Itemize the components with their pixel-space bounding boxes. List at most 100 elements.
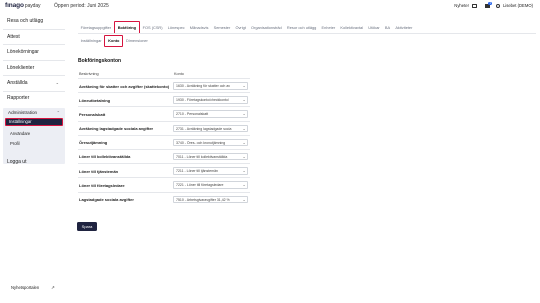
account-select[interactable]: 3740 - Öres- och kronutjämning ⌄ [173, 138, 248, 147]
chevron-down-icon: ⌄ [242, 154, 246, 159]
tab-travel[interactable]: Resor och utlägg [284, 25, 319, 30]
row-label: Lagstadgade sociala avgifter [79, 197, 134, 202]
col-account: Konto [174, 72, 184, 76]
logo-sub-text: payday [24, 3, 41, 9]
account-select[interactable]: 1630 - Avräkning för skatter och av ⌄ [173, 82, 248, 90]
user-icon[interactable] [495, 3, 500, 8]
select-value: 2710 - Personalskatt [176, 112, 209, 117]
tab-other[interactable]: Övrigt [233, 25, 249, 30]
external-link-icon[interactable]: ↗ [51, 285, 55, 291]
subtab-account[interactable]: Konto [104, 34, 124, 47]
mail-badge: 1 [488, 1, 493, 6]
chevron-up-icon[interactable]: ⌃ [57, 110, 60, 115]
chevron-down-icon: ⌄ [242, 112, 246, 117]
table-row: Öresutjämning 3740 - Öres- och kronutjäm… [78, 136, 250, 150]
logo-text: fınago [5, 2, 24, 9]
chevron-down-icon: ⌄ [242, 169, 246, 174]
divider [3, 91, 65, 92]
settings-tabs: Företagsuppgifter Bokföring FOS (CSR) Lö… [78, 20, 415, 34]
tab-payslip[interactable]: Lönespec [165, 25, 187, 30]
sidebar-item-clients[interactable]: Löneklienter [7, 65, 34, 71]
table-row: Personalskatt 2710 - Personalskatt ⌄ [78, 107, 250, 122]
tab-agreements[interactable]: Kollektivavtal [338, 25, 366, 30]
tab-monthly[interactable]: Månadsvis [187, 25, 211, 30]
table-row: Lagstadgade sociala avgifter 7510 - Arbe… [78, 193, 250, 207]
tab-fos[interactable]: FOS (CSR) [140, 25, 165, 30]
news-link[interactable]: Nyheter [454, 3, 469, 8]
row-label: Löner till företagsledare [79, 182, 125, 188]
account-select[interactable]: 7011 - Löner till kollektivanställda ⌄ [173, 152, 248, 161]
select-value: 1930 - Företagskonto/checkkonto/ [176, 98, 229, 103]
user-menu[interactable]: Lisebet (DEMO) [503, 3, 533, 8]
tab-org-tree[interactable]: Organisationsträd [248, 25, 284, 30]
subtab-dimensions[interactable]: Dimensioner [123, 38, 150, 43]
sidebar-group-administration: Administration ⌃ Inställningar Användare… [3, 108, 65, 164]
tab-vacation[interactable]: Semester [211, 25, 233, 30]
account-select[interactable]: 7211 - Löner till tjänstemän ⌄ [173, 167, 248, 175]
tab-company[interactable]: Företagsuppgifter [78, 25, 114, 30]
chevron-down-icon[interactable]: ⌄ [56, 80, 59, 85]
chevron-down-icon: ⌄ [242, 84, 246, 88]
save-button[interactable]: Spara [77, 222, 97, 231]
row-label: Löner till tjänstemän [79, 168, 119, 174]
subtab-settings[interactable]: Inställningar [78, 38, 104, 43]
select-value: 7011 - Löner till kollektivanställda [176, 154, 228, 159]
tab-ba[interactable]: BA [382, 25, 392, 30]
row-label: Löneutbetalning [79, 97, 111, 103]
chevron-down-icon: ⌄ [242, 126, 246, 131]
select-value: 1630 - Avräkning för skatter och av [176, 84, 231, 88]
main-content: Företagsuppgifter Bokföring FOS (CSR) Lö… [68, 13, 540, 303]
chevron-down-icon: ⌄ [242, 140, 246, 145]
sidebar-item-administration[interactable]: Administration [8, 110, 37, 115]
news-portal-link[interactable]: Nyhetsportalen [11, 285, 39, 290]
sidebar-item-users[interactable]: Användare [10, 131, 30, 136]
divider [3, 29, 65, 30]
divider [3, 60, 65, 61]
col-description: Beskrivning [79, 72, 99, 76]
sidebar-item-settings[interactable]: Inställningar [5, 118, 63, 126]
account-select[interactable]: 7510 - Arbetsgivaravgifter 31,42 % ⌄ [173, 195, 248, 203]
open-period: Öppen period: Juni 2025 [54, 3, 109, 9]
table-row: Avräkning lagstadgade sociala avgifter 2… [78, 122, 250, 136]
account-select[interactable]: 2710 - Personalskatt ⌄ [173, 110, 248, 118]
sidebar-item-payruns[interactable]: Lönekörningar [7, 49, 39, 55]
sidebar-item-travel[interactable]: Resa och utlägg [7, 18, 43, 24]
account-select[interactable]: 1930 - Företagskonto/checkkonto/ ⌄ [173, 96, 248, 104]
news-icon[interactable] [471, 3, 477, 8]
app-logo[interactable]: fınagopayday [5, 2, 41, 9]
account-select[interactable]: 2731 - Avräkning lagstadgade socia ⌄ [173, 124, 248, 133]
accounts-table: Beskrivning Konto Avräkning för skatter … [78, 69, 250, 207]
tab-extensions[interactable]: Utökar [366, 25, 383, 30]
chevron-down-icon: ⌄ [242, 183, 246, 188]
row-label: Personalskatt [79, 111, 106, 117]
table-row: Avräkning för skatter och avgifter (skat… [78, 79, 250, 94]
sidebar-item-logout[interactable]: Logga ut [7, 159, 26, 165]
select-value: 2731 - Avräkning lagstadgade socia [176, 126, 232, 131]
inbox-button[interactable]: 1 [484, 1, 493, 8]
chevron-down-icon: ⌄ [242, 197, 246, 202]
select-value: 7510 - Arbetsgivaravgifter 31,42 % [176, 197, 230, 202]
sidebar-item-reports[interactable]: Rapporter [7, 95, 29, 101]
account-select[interactable]: 7221 - Löner till företagsledare ⌄ [173, 181, 248, 189]
row-label: Löner till kollektivanställda [79, 154, 131, 160]
top-bar: fınagopayday Öppen period: Juni 2025 Nyh… [0, 0, 540, 13]
divider [3, 75, 65, 76]
table-header: Beskrivning Konto [78, 69, 250, 79]
chevron-down-icon: ⌄ [242, 98, 246, 103]
row-label: Avräkning för skatter och avgifter (skat… [79, 83, 170, 89]
divider [3, 44, 65, 45]
tab-units[interactable]: Enheter [319, 25, 338, 30]
tab-activities[interactable]: Aktiviteter [393, 25, 415, 30]
sidebar-item-employees[interactable]: Anställda [7, 80, 28, 86]
table-row: Löner till företagsledare 7221 - Löner t… [78, 178, 250, 193]
table-row: Löner till kollektivanställda 7011 - Lön… [78, 150, 250, 165]
tab-bookkeeping[interactable]: Bokföring [113, 20, 141, 34]
tabs-divider [78, 33, 536, 34]
sidebar: Resa och utlägg Attest Lönekörningar Lön… [0, 13, 68, 303]
sidebar-item-attest[interactable]: Attest [7, 34, 20, 40]
select-value: 7221 - Löner till företagsledare [176, 183, 224, 188]
select-value: 7211 - Löner till tjänstemän [176, 169, 218, 174]
section-title: Bokföringskonton [78, 58, 122, 64]
table-row: Löneutbetalning 1930 - Företagskonto/che… [78, 93, 250, 108]
sidebar-item-profile[interactable]: Profil [10, 141, 20, 146]
